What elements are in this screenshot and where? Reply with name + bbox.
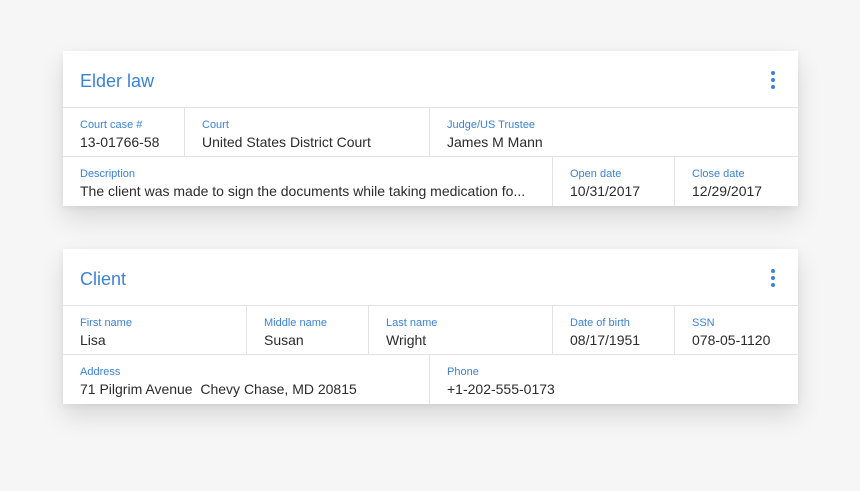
field-row: Address 71 Pilgrim Avenue Chevy Chase, M… (63, 355, 798, 404)
more-vertical-icon[interactable] (767, 70, 779, 90)
field-label: Close date (692, 168, 745, 180)
field-phone: Phone +1-202-555-0173 (430, 355, 798, 404)
kebab-dot (771, 78, 775, 82)
field-open-date: Open date 10/31/2017 (553, 157, 675, 206)
field-label: Last name (386, 317, 438, 329)
field-value: Lisa (80, 332, 106, 348)
field-label: Middle name (264, 317, 327, 329)
kebab-dot (771, 269, 775, 273)
field-judge-trustee: Judge/US Trustee James M Mann (430, 108, 798, 156)
field-value: The client was made to sign the document… (80, 183, 526, 199)
field-value: +1-202-555-0173 (447, 381, 555, 397)
kebab-dot (771, 276, 775, 280)
field-close-date: Close date 12/29/2017 (675, 157, 798, 206)
field-value: 12/29/2017 (692, 183, 763, 199)
kebab-dot (771, 85, 775, 89)
field-court: Court United States District Court (185, 108, 430, 156)
card-title: Elder law (80, 71, 155, 91)
kebab-dot (771, 71, 775, 75)
field-value: 078-05-1120 (692, 332, 771, 348)
field-label: Description (80, 168, 136, 180)
field-last-name: Last name Wright (369, 306, 553, 354)
field-label: Court (202, 119, 229, 131)
field-label: Date of birth (570, 317, 630, 329)
client-card: Client First name Lisa Middle name Susan… (63, 249, 798, 404)
elder-law-card: Elder law Court case # 13-01766-58 Court… (63, 51, 798, 206)
field-value: 71 Pilgrim Avenue Chevy Chase, MD 20815 (80, 381, 357, 397)
field-row: Description The client was made to sign … (63, 157, 798, 206)
card-header: Client (63, 249, 798, 306)
card-title: Client (80, 269, 127, 289)
field-value: 08/17/1951 (570, 332, 641, 348)
field-value: Wright (386, 332, 427, 348)
field-label: Court case # (80, 119, 143, 131)
card-header: Elder law (63, 51, 798, 108)
field-middle-name: Middle name Susan (247, 306, 369, 354)
field-value: 13-01766-58 (80, 134, 160, 150)
field-value: James M Mann (447, 134, 543, 150)
field-label: Address (80, 366, 121, 378)
field-label: Phone (447, 366, 479, 378)
field-row: First name Lisa Middle name Susan Last n… (63, 306, 798, 355)
kebab-dot (771, 283, 775, 287)
field-description: Description The client was made to sign … (63, 157, 553, 206)
field-ssn: SSN 078-05-1120 (675, 306, 798, 354)
field-value: 10/31/2017 (570, 183, 641, 199)
field-date-of-birth: Date of birth 08/17/1951 (553, 306, 675, 354)
field-value: Susan (264, 332, 304, 348)
field-row: Court case # 13-01766-58 Court United St… (63, 108, 798, 157)
field-label: Judge/US Trustee (447, 119, 536, 131)
field-label: First name (80, 317, 132, 329)
field-label: SSN (692, 317, 715, 329)
field-value: United States District Court (202, 134, 371, 150)
more-vertical-icon[interactable] (767, 268, 779, 288)
field-court-case: Court case # 13-01766-58 (63, 108, 185, 156)
field-label: Open date (570, 168, 622, 180)
field-first-name: First name Lisa (63, 306, 247, 354)
field-address: Address 71 Pilgrim Avenue Chevy Chase, M… (63, 355, 430, 404)
